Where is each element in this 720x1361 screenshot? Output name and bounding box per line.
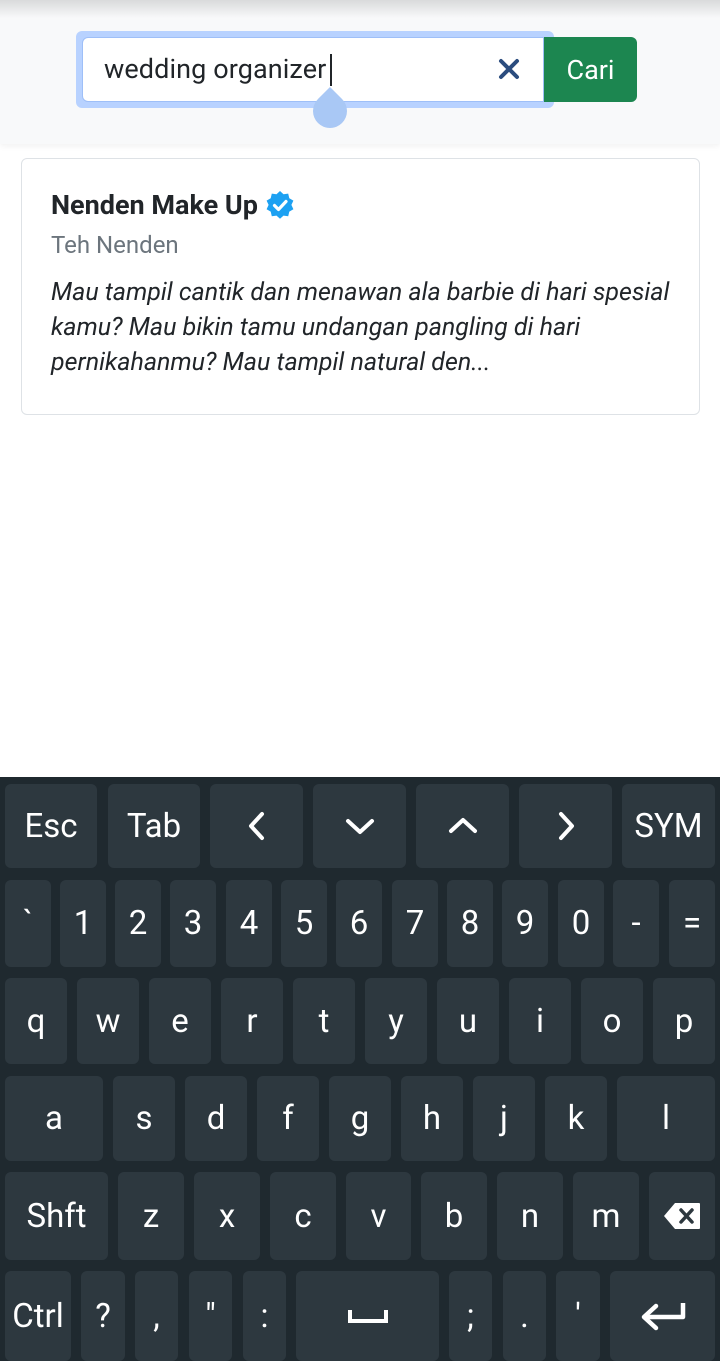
key-apostrophe[interactable]: ' [556,1271,600,1361]
key-r[interactable]: r [221,978,283,1064]
key-shift[interactable]: Shft [5,1172,108,1260]
key-8[interactable]: 8 [447,880,493,967]
result-title[interactable]: Nenden Make Up [51,189,258,221]
key-z[interactable]: z [118,1172,184,1260]
key-x[interactable]: x [194,1172,260,1260]
key-backtick[interactable]: ` [5,880,51,967]
result-subtitle: Teh Nenden [51,231,179,259]
key-9[interactable]: 9 [502,880,548,967]
key-equals[interactable]: = [669,880,715,967]
key-left[interactable] [210,784,303,868]
search-button[interactable]: Cari [544,37,637,102]
verified-badge-icon [266,191,294,219]
right-arrow-icon [558,812,574,840]
space-icon [347,1310,388,1323]
key-t[interactable]: t [293,978,355,1064]
key-3[interactable]: 3 [170,880,216,967]
result-card[interactable]: Nenden Make Up Teh Nenden Mau tampil can… [21,158,700,415]
key-backspace[interactable] [649,1172,715,1260]
key-0[interactable]: 0 [558,880,604,967]
down-arrow-icon [345,819,374,834]
close-icon [499,59,519,79]
key-space[interactable] [296,1271,439,1361]
backspace-icon [664,1203,700,1229]
key-colon[interactable]: : [243,1271,286,1361]
key-s[interactable]: s [113,1076,175,1161]
key-w[interactable]: w [77,978,139,1064]
key-ctrl[interactable]: Ctrl [5,1271,71,1361]
key-j[interactable]: j [473,1076,535,1161]
key-comma[interactable]: , [135,1271,178,1361]
search-input-value[interactable]: wedding organizer [104,53,326,85]
left-arrow-icon [248,812,264,840]
status-shadow [0,0,720,18]
key-period[interactable]: . [503,1271,546,1361]
key-tab[interactable]: Tab [108,784,200,868]
key-esc[interactable]: Esc [5,784,97,868]
enter-icon [641,1303,685,1331]
key-6[interactable]: 6 [336,880,382,967]
text-caret [330,54,332,86]
key-semicolon[interactable]: ; [449,1271,492,1361]
key-l[interactable]: l [617,1076,715,1161]
key-4[interactable]: 4 [226,880,272,967]
key-y[interactable]: y [365,978,427,1064]
key-b[interactable]: b [421,1172,487,1260]
key-1[interactable]: 1 [60,880,106,967]
key-a[interactable]: a [5,1076,103,1161]
soft-keyboard: Esc Tab SYM ` 1 2 3 4 5 6 7 8 9 0 - = q … [0,777,720,1361]
key-e[interactable]: e [149,978,211,1064]
key-n[interactable]: n [497,1172,563,1260]
key-7[interactable]: 7 [392,880,438,967]
key-c[interactable]: c [270,1172,336,1260]
key-question[interactable]: ? [81,1271,125,1361]
key-k[interactable]: k [545,1076,607,1161]
key-d[interactable]: d [185,1076,247,1161]
key-up[interactable] [416,784,509,868]
key-h[interactable]: h [401,1076,463,1161]
key-o[interactable]: o [581,978,643,1064]
key-2[interactable]: 2 [115,880,161,967]
key-u[interactable]: u [437,978,499,1064]
key-down[interactable] [313,784,406,868]
key-m[interactable]: m [573,1172,639,1260]
key-minus[interactable]: - [613,880,659,967]
up-arrow-icon [448,818,477,833]
key-enter[interactable] [610,1271,715,1361]
key-v[interactable]: v [346,1172,411,1260]
key-g[interactable]: g [329,1076,391,1161]
key-p[interactable]: p [653,978,715,1064]
key-5[interactable]: 5 [281,880,327,967]
key-right[interactable] [519,784,612,868]
key-quote[interactable]: " [189,1271,232,1361]
clear-search-button[interactable] [494,54,524,84]
key-q[interactable]: q [5,978,67,1064]
key-i[interactable]: i [509,978,571,1064]
key-f[interactable]: f [257,1076,319,1161]
result-description: Mau tampil cantik dan menawan ala barbie… [51,278,670,377]
key-sym[interactable]: SYM [622,784,715,868]
